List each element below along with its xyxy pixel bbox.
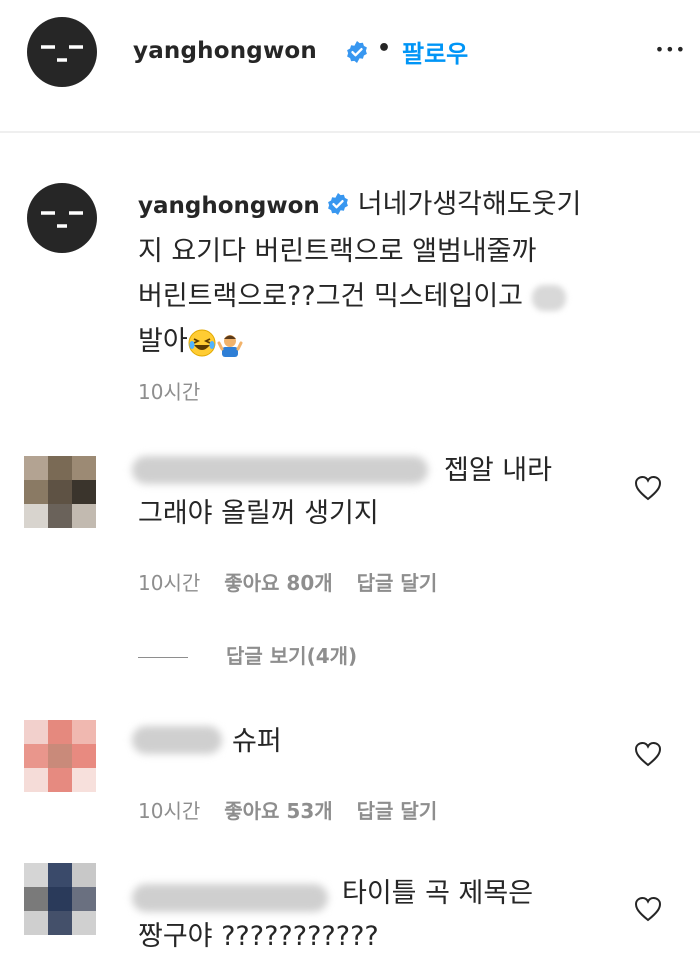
follow-button[interactable]: 팔로우 bbox=[402, 34, 468, 69]
caption-avatar[interactable] bbox=[27, 183, 97, 253]
post-header: yanghongwon • 팔로우 ••• bbox=[0, 0, 700, 132]
shrug-emoji-icon bbox=[217, 334, 243, 357]
comment-username-blurred[interactable] bbox=[132, 884, 328, 912]
comment-text-continued: 짱구야 ??????????? bbox=[138, 915, 379, 958]
comment-likes[interactable]: 좋아요 80개 bbox=[224, 571, 332, 595]
comment-username-blurred[interactable] bbox=[132, 456, 428, 484]
caption-text-line4: 발아 bbox=[138, 326, 188, 357]
comment-meta: 10시간 좋아요 80개 답글 달기 bbox=[138, 567, 461, 596]
header-username[interactable]: yanghongwon bbox=[133, 38, 317, 64]
comment-meta: 10시간 좋아요 53개 답글 달기 bbox=[138, 795, 461, 824]
comment-text: 젭알 내라 bbox=[444, 449, 552, 492]
comment-text-line2: 그래야 올릴꺼 생기지 bbox=[138, 498, 379, 529]
caption-time[interactable]: 10시간 bbox=[138, 376, 200, 405]
more-options-icon[interactable]: ••• bbox=[655, 40, 686, 60]
header-avatar[interactable] bbox=[27, 17, 97, 87]
comment-time[interactable]: 10시간 bbox=[138, 799, 200, 823]
comment-likes[interactable]: 좋아요 53개 bbox=[224, 799, 332, 823]
view-replies-label: 답글 보기(4개) bbox=[226, 644, 358, 668]
comment-avatar[interactable] bbox=[24, 863, 96, 935]
header-divider bbox=[0, 131, 700, 133]
comment-text-continued: 그래야 올릴꺼 생기지 bbox=[138, 492, 379, 535]
verified-badge-icon bbox=[347, 41, 367, 63]
view-replies-button[interactable]: 답글 보기(4개) bbox=[138, 640, 357, 669]
caption-body: yanghongwon 너네가생각해도웃기 지 요기다 버린트랙으로 앨범내줄까… bbox=[138, 182, 658, 364]
heart-icon[interactable] bbox=[634, 741, 662, 767]
caption-text-line3: 버린트랙으로??그건 믹스테입이고 bbox=[138, 281, 524, 312]
replies-line bbox=[138, 657, 188, 658]
comment-username-blurred[interactable] bbox=[132, 726, 222, 754]
comment-text-line1: 타이틀 곡 제목은 bbox=[342, 878, 534, 909]
comment-text: 타이틀 곡 제목은 bbox=[342, 872, 533, 915]
comment-text-line1: 젭알 내라 bbox=[444, 455, 552, 486]
censored-word bbox=[531, 284, 566, 311]
comment-text-line2: 짱구야 ??????????? bbox=[138, 921, 379, 952]
face-icon bbox=[41, 45, 83, 62]
separator-dot: • bbox=[377, 36, 392, 61]
heart-icon[interactable] bbox=[634, 475, 662, 501]
laughing-emoji-icon bbox=[188, 329, 216, 356]
reply-button[interactable]: 답글 달기 bbox=[357, 799, 438, 823]
reply-button[interactable]: 답글 달기 bbox=[357, 571, 438, 595]
caption-username[interactable]: yanghongwon bbox=[138, 193, 320, 219]
heart-icon[interactable] bbox=[634, 896, 662, 922]
face-icon bbox=[41, 211, 83, 228]
caption-text-line2: 지 요기다 버린트랙으로 앨범내줄까 bbox=[138, 236, 537, 267]
comment-avatar[interactable] bbox=[24, 456, 96, 528]
verified-badge-icon bbox=[327, 193, 348, 215]
comment-text: 슈퍼 bbox=[232, 720, 282, 763]
comment-avatar[interactable] bbox=[24, 720, 96, 792]
comment-time[interactable]: 10시간 bbox=[138, 571, 200, 595]
caption-text-line1: 너네가생각해도웃기 bbox=[357, 189, 582, 220]
comment-text-line1: 슈퍼 bbox=[232, 726, 282, 757]
